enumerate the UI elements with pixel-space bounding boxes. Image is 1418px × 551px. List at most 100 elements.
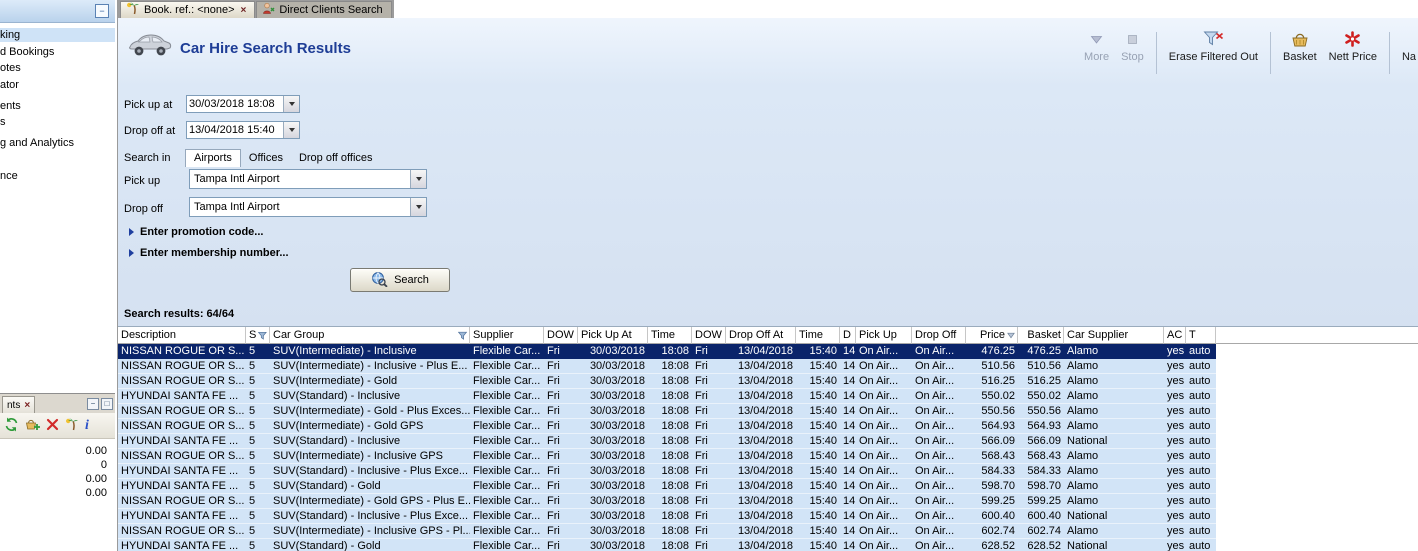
stop-button[interactable]: Stop — [1121, 30, 1144, 63]
dropoff-combobox[interactable]: Tampa Intl Airport — [189, 197, 427, 217]
column-header-ac[interactable]: AC — [1164, 327, 1186, 344]
sidebar-item[interactable]: g and Analytics — [0, 136, 115, 150]
cell-basket: 476.25 — [1027, 345, 1061, 357]
pickup-combobox[interactable]: Tampa Intl Airport — [189, 169, 427, 189]
delete-icon[interactable] — [46, 418, 59, 434]
result-row[interactable]: HYUNDAI SANTA FE ... 5 SUV(Standard) - Gol… — [118, 479, 1216, 494]
close-icon[interactable]: × — [24, 400, 30, 411]
sidebar-item[interactable]: otes — [0, 61, 115, 75]
result-row[interactable]: NISSAN ROGUE OR S... 5 SUV(Intermediate) -… — [118, 524, 1216, 539]
tab-drop-off-offices[interactable]: Drop off offices — [291, 150, 381, 167]
add-to-basket-icon[interactable] — [25, 417, 40, 435]
column-header-description[interactable]: Description — [118, 327, 246, 344]
tab-airports[interactable]: Airports — [185, 149, 241, 167]
column-header-basket[interactable]: Basket — [1018, 327, 1064, 344]
erase-filtered-out-button[interactable]: Erase Filtered Out — [1169, 30, 1258, 63]
restore-icon[interactable]: □ — [101, 398, 113, 410]
dropoff-at-input[interactable] — [187, 122, 283, 138]
result-row[interactable]: NISSAN ROGUE OR S... 5 SUV(Intermediate) -… — [118, 359, 1216, 374]
promotion-code-expander[interactable]: Enter promotion code... — [129, 226, 263, 238]
result-row[interactable]: NISSAN ROGUE OR S... 5 SUV(Intermediate) -… — [118, 344, 1216, 359]
cell-supplier: Flexible Car... — [473, 450, 541, 462]
palm-icon[interactable] — [65, 418, 79, 434]
result-row[interactable]: HYUNDAI SANTA FE ... 5 SUV(Standard) - Inc… — [118, 389, 1216, 404]
tab-direct-clients-search[interactable]: Direct Clients Search — [256, 1, 392, 18]
sidebar-item[interactable]: ator — [0, 78, 115, 92]
nett-price-button[interactable]: Nett Price — [1329, 30, 1377, 63]
cell-supplier: Flexible Car... — [473, 405, 541, 417]
column-header-pick_up[interactable]: Pick Up — [856, 327, 912, 344]
column-header-seats[interactable]: S — [246, 327, 270, 344]
close-icon[interactable]: × — [241, 5, 247, 16]
sidebar-item[interactable]: ents — [0, 99, 115, 113]
chevron-down-icon[interactable] — [283, 96, 299, 112]
cell-supplier: Flexible Car... — [473, 510, 541, 522]
nett-price-icon — [1344, 30, 1361, 48]
result-row[interactable]: HYUNDAI SANTA FE ... 5 SUV(Standard) - Gol… — [118, 539, 1216, 551]
column-header-dow_pickup[interactable]: DOW — [544, 327, 578, 344]
column-header-drop_off[interactable]: Drop Off — [912, 327, 966, 344]
result-row[interactable]: HYUNDAI SANTA FE ... 5 SUV(Standard) - Inc… — [118, 509, 1216, 524]
cell-dow_pickup: Fri — [547, 345, 560, 357]
result-row[interactable]: HYUNDAI SANTA FE ... 5 SUV(Standard) - Inc… — [118, 464, 1216, 479]
cell-supplier: Flexible Car... — [473, 525, 541, 537]
result-row[interactable]: NISSAN ROGUE OR S... 5 SUV(Intermediate) -… — [118, 449, 1216, 464]
cell-seats: 5 — [249, 360, 256, 372]
cell-price: 598.70 — [981, 480, 1015, 492]
filter-icon[interactable] — [258, 331, 267, 340]
truncated-toolbar-button[interactable]: Na — [1402, 30, 1416, 63]
result-row[interactable]: NISSAN ROGUE OR S... 5 SUV(Intermediate) -… — [118, 404, 1216, 419]
cell-price: 584.33 — [981, 465, 1015, 477]
tab-booking-ref[interactable]: Book. ref.: <none> × — [120, 1, 256, 18]
result-row[interactable]: NISSAN ROGUE OR S... 5 SUV(Intermediate) -… — [118, 419, 1216, 434]
column-header-supplier[interactable]: Supplier — [470, 327, 544, 344]
cell-drop_off_time: 15:40 — [809, 450, 837, 462]
cell-dow_pickup: Fri — [547, 420, 560, 432]
column-header-car_group[interactable]: Car Group — [270, 327, 470, 344]
column-header-car_supplier[interactable]: Car Supplier — [1064, 327, 1164, 344]
cell-drop_off_at: 13/04/2018 — [737, 510, 793, 522]
minimize-icon[interactable]: − — [87, 398, 99, 410]
cell-drop_off_at: 13/04/2018 — [737, 405, 793, 417]
cell-description: NISSAN ROGUE OR S... — [121, 525, 245, 537]
column-header-days[interactable]: D — [840, 327, 856, 344]
column-header-pick_up_at[interactable]: Pick Up At — [578, 327, 648, 344]
membership-number-expander[interactable]: Enter membership number... — [129, 247, 289, 259]
more-button[interactable]: More — [1084, 30, 1109, 63]
sidebar-item[interactable]: d Bookings — [0, 45, 115, 59]
cell-dow_pickup: Fri — [547, 465, 560, 477]
chevron-down-icon[interactable] — [410, 170, 426, 188]
result-row[interactable]: NISSAN ROGUE OR S... 5 SUV(Intermediate) -… — [118, 374, 1216, 389]
bottom-panel-tab[interactable]: nts × — [2, 396, 36, 413]
cell-drop_off_time: 15:40 — [809, 360, 837, 372]
sidebar-item[interactable]: s — [0, 115, 115, 129]
result-row[interactable]: NISSAN ROGUE OR S... 5 SUV(Intermediate) -… — [118, 494, 1216, 509]
cell-pick_up_time: 18:08 — [661, 510, 689, 522]
collapse-sidebar-button[interactable]: − — [95, 4, 109, 18]
pickup-at-input[interactable] — [187, 96, 283, 112]
cell-days: 14 — [843, 540, 856, 551]
column-header-drop_off_time[interactable]: Time — [796, 327, 840, 344]
result-row[interactable]: HYUNDAI SANTA FE ... 5 SUV(Standard) - Inc… — [118, 434, 1216, 449]
column-header-pick_up_time[interactable]: Time — [648, 327, 692, 344]
tab-offices[interactable]: Offices — [241, 150, 291, 167]
sidebar-item[interactable]: king — [0, 28, 115, 42]
cell-pick_up_at: 30/03/2018 — [589, 420, 645, 432]
refresh-icon[interactable] — [4, 417, 19, 435]
search-button[interactable]: Search — [350, 268, 450, 292]
info-icon[interactable]: i — [85, 418, 89, 433]
sort-icon[interactable] — [1007, 332, 1015, 339]
column-header-drop_off_at[interactable]: Drop Off At — [726, 327, 796, 344]
cell-car_supplier: Alamo — [1067, 480, 1099, 492]
column-header-t[interactable]: T — [1186, 327, 1216, 344]
cell-pick_up: On Air... — [859, 450, 899, 462]
chevron-down-icon[interactable] — [283, 122, 299, 138]
column-header-dow_dropoff[interactable]: DOW — [692, 327, 726, 344]
promotion-code-label: Enter promotion code... — [140, 226, 264, 238]
filter-icon[interactable] — [458, 331, 467, 340]
column-header-price[interactable]: Price — [966, 327, 1018, 344]
sidebar-item[interactable]: nce — [0, 169, 115, 183]
cell-drop_off_at: 13/04/2018 — [737, 390, 793, 402]
chevron-down-icon[interactable] — [410, 198, 426, 216]
basket-button[interactable]: Basket — [1283, 30, 1317, 63]
